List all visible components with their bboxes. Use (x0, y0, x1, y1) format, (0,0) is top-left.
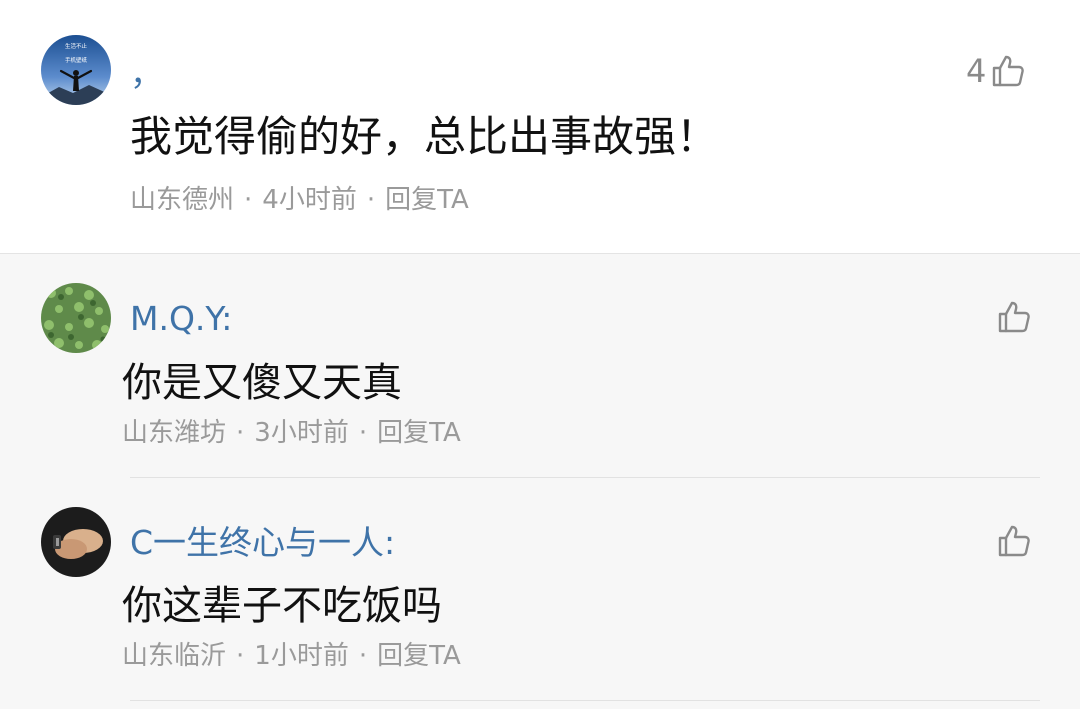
comment-content: 我觉得偷的好，总比出事故强！ (130, 112, 719, 161)
separator: · (358, 418, 368, 448)
svg-text:生活不止: 生活不止 (65, 42, 88, 50)
reply-time: 3小时前 (254, 418, 349, 448)
thumbs-up-icon (990, 53, 1026, 89)
reply-meta: 山东潍坊 · 3小时前 · 回复TA (122, 416, 461, 450)
reply-username[interactable]: C一生终心与一人: (130, 523, 395, 563)
like-button[interactable] (996, 299, 1032, 335)
reply-link[interactable]: 回复TA (385, 185, 469, 215)
thumbs-up-icon (996, 523, 1032, 559)
svg-text:手机壁纸: 手机壁纸 (65, 56, 88, 64)
separator: · (358, 641, 368, 671)
reply-location: 山东潍坊 (122, 418, 227, 448)
reply-time: 1小时前 (254, 641, 349, 671)
reply-link[interactable]: 回复TA (377, 641, 461, 671)
reply-divider (130, 700, 1040, 701)
comment-location: 山东德州 (130, 185, 235, 215)
reply-content: 你这辈子不吃饭吗 (122, 583, 442, 629)
reply-location: 山东临沂 (122, 641, 227, 671)
thumbs-up-icon (996, 299, 1032, 335)
separator: · (366, 185, 376, 215)
like-button[interactable] (996, 523, 1032, 559)
reply-content: 你是又傻又天真 (122, 360, 402, 406)
comment-username[interactable]: ， (130, 54, 163, 94)
reply-divider (130, 477, 1040, 478)
separator: · (244, 185, 253, 215)
main-comment: 生活不止 手机壁纸 ， 4 我觉得偷的好，总比出事故强！ 山东德州 · 4小时前 · 回… (0, 0, 1080, 253)
replies-section: M.Q.Y: 你是又傻又天真 山东潍坊 · 3小时前 · 回复TA C一生终心与一人: (0, 253, 1080, 709)
like-count: 4 (966, 52, 987, 90)
user-avatar[interactable]: 生活不止 手机壁纸 (41, 35, 111, 105)
reply-meta: 山东临沂 · 1小时前 · 回复TA (122, 639, 461, 673)
user-avatar[interactable] (41, 507, 111, 577)
comment-meta: 山东德州 · 4小时前 · 回复TA (130, 183, 469, 217)
separator: · (236, 641, 245, 671)
user-avatar[interactable] (41, 283, 111, 353)
comment-time: 4小时前 (262, 185, 357, 215)
reply-username[interactable]: M.Q.Y: (130, 299, 232, 339)
reply-link[interactable]: 回复TA (377, 418, 461, 448)
separator: · (236, 418, 245, 448)
like-button[interactable]: 4 (966, 52, 1026, 90)
